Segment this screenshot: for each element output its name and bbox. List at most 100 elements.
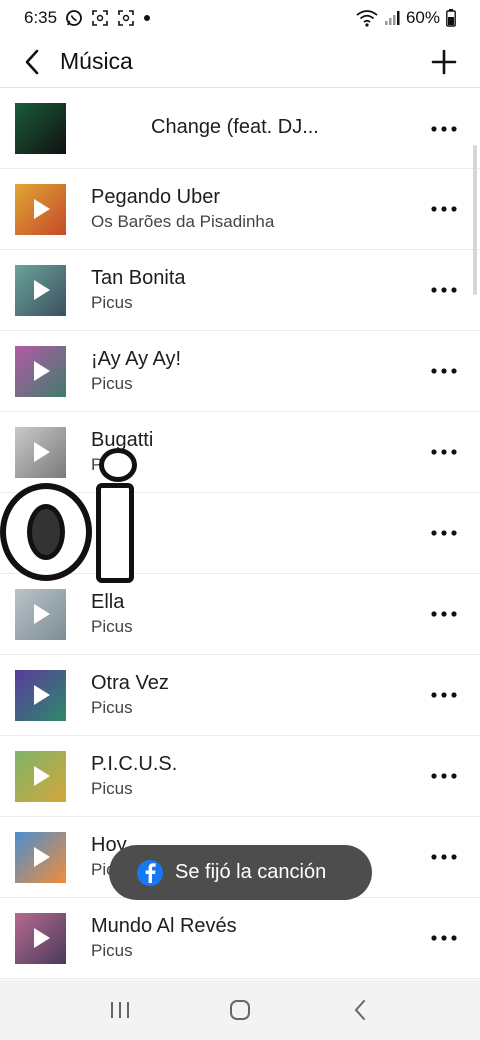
- song-row[interactable]: Tan Bonita Picus: [0, 250, 480, 331]
- album-art[interactable]: [15, 588, 66, 640]
- album-art[interactable]: [15, 669, 66, 721]
- home-button[interactable]: [210, 990, 270, 1030]
- song-artist: Picus: [91, 455, 422, 475]
- album-art[interactable]: [15, 264, 66, 316]
- back-button[interactable]: [16, 42, 48, 82]
- song-artist: Picus: [91, 779, 133, 798]
- song-artist: Picus: [91, 374, 133, 393]
- album-art[interactable]: [15, 103, 66, 154]
- more-options-button[interactable]: [422, 189, 466, 229]
- album-art[interactable]: [15, 183, 66, 235]
- recent-apps-button[interactable]: [90, 990, 150, 1030]
- song-info: Ella Picus: [91, 591, 422, 637]
- back-nav-button[interactable]: [330, 990, 390, 1030]
- song-title: Change (feat. DJ...: [151, 115, 319, 138]
- page-title: Música: [60, 48, 133, 74]
- song-info: Tan Bonita Picus: [91, 267, 422, 313]
- more-horizontal-icon: [431, 368, 457, 374]
- song-row[interactable]: Change (feat. DJ...: [0, 89, 480, 169]
- dot-icon: [143, 14, 151, 22]
- status-bar: 6:35 60%: [0, 0, 480, 36]
- song-artist: Os Barões da Pisadinha: [91, 212, 275, 231]
- more-options-button[interactable]: [422, 109, 466, 149]
- more-horizontal-icon: [431, 611, 457, 617]
- wifi-icon: [356, 9, 378, 27]
- album-art[interactable]: [15, 831, 66, 883]
- song-info: P.I.C.U.S. Picus: [91, 753, 422, 799]
- more-horizontal-icon: [431, 854, 457, 860]
- more-horizontal-icon: [431, 935, 457, 941]
- song-row[interactable]: Otra Vez Picus: [0, 655, 480, 736]
- song-title: Otra Vez: [91, 672, 169, 694]
- song-artist: Picus: [91, 698, 133, 717]
- drawn-letter-o: [0, 483, 92, 581]
- more-options-button[interactable]: [422, 594, 466, 634]
- header: Música: [0, 36, 480, 88]
- song-title: Tan Bonita: [91, 267, 186, 289]
- status-time: 6:35: [24, 8, 58, 27]
- song-info: [91, 532, 422, 535]
- more-options-button[interactable]: [422, 432, 466, 472]
- more-options-button[interactable]: [422, 270, 466, 310]
- more-options-button[interactable]: [422, 918, 466, 958]
- song-title: ¡Ay Ay Ay!: [91, 348, 182, 370]
- play-icon: [33, 280, 50, 300]
- chevron-left-icon: [25, 49, 39, 74]
- play-icon: [33, 442, 50, 462]
- more-options-button[interactable]: [422, 513, 466, 553]
- album-art[interactable]: [15, 912, 66, 964]
- album-art[interactable]: [15, 750, 66, 802]
- song-row[interactable]: ¡Ay Ay Ay! Picus: [0, 331, 480, 412]
- more-horizontal-icon: [431, 449, 457, 455]
- song-row[interactable]: P.I.C.U.S. Picus: [0, 736, 480, 817]
- toast-notification: Se fijó la canción: [109, 845, 372, 900]
- more-options-button[interactable]: [422, 351, 466, 391]
- add-button[interactable]: [424, 42, 464, 82]
- song-info: Mundo Al Revés Picus: [91, 915, 422, 961]
- album-art[interactable]: [15, 345, 66, 397]
- play-icon: [33, 199, 50, 219]
- play-icon: [33, 685, 50, 705]
- song-title: Ella: [91, 591, 125, 613]
- play-icon: [33, 847, 50, 867]
- screenshot-icon: [117, 9, 135, 27]
- toast-text: Se fijó la canción: [175, 861, 327, 883]
- song-info: ¡Ay Ay Ay! Picus: [91, 348, 422, 394]
- song-info: Otra Vez Picus: [91, 672, 422, 718]
- facebook-icon: [137, 859, 163, 886]
- more-horizontal-icon: [431, 287, 457, 293]
- song-title: Mundo Al Revés: [91, 915, 237, 937]
- song-row[interactable]: Pegando Uber Os Barões da Pisadinha: [0, 169, 480, 250]
- song-info: Bugatti Picus: [91, 429, 422, 475]
- song-title: Bugatti: [91, 429, 154, 451]
- play-icon: [33, 766, 50, 786]
- song-artist: Picus: [91, 941, 133, 960]
- song-title: Pegando Uber: [91, 186, 220, 208]
- more-horizontal-icon: [431, 773, 457, 779]
- more-options-button[interactable]: [422, 756, 466, 796]
- more-options-button[interactable]: [422, 837, 466, 877]
- recent-apps-icon: [111, 1002, 129, 1018]
- more-options-button[interactable]: [422, 675, 466, 715]
- system-nav-bar: [0, 980, 480, 1040]
- back-icon: [354, 1000, 365, 1020]
- home-icon: [230, 1000, 250, 1020]
- more-horizontal-icon: [431, 692, 457, 698]
- signal-icon: [384, 10, 400, 26]
- more-horizontal-icon: [431, 125, 457, 132]
- battery-percent: 60%: [405, 8, 440, 27]
- plus-icon: [431, 49, 457, 74]
- whatsapp-icon: [65, 9, 83, 27]
- song-row[interactable]: Mundo Al Revés Picus: [0, 898, 480, 979]
- more-horizontal-icon: [431, 530, 457, 536]
- song-artist: Picus: [91, 617, 133, 636]
- album-art[interactable]: [15, 426, 66, 478]
- play-icon: [33, 928, 50, 948]
- scrollbar[interactable]: [473, 145, 477, 295]
- song-info: Change (feat. DJ...: [91, 116, 422, 142]
- drawn-letter-i-stem: [96, 483, 134, 583]
- song-row[interactable]: Ella Picus: [0, 574, 480, 655]
- battery-icon: [446, 9, 456, 27]
- song-row[interactable]: Bugatti Picus: [0, 412, 480, 493]
- drawn-letter-i-dot: [99, 448, 137, 482]
